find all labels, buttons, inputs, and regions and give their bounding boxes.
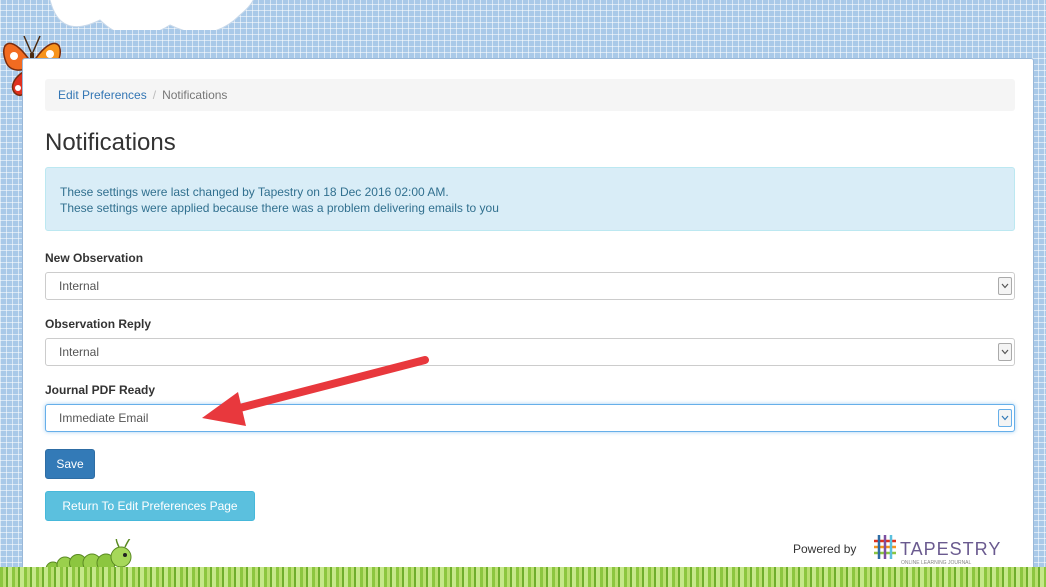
content-card: Edit Preferences / Notifications Notificat… <box>22 58 1034 578</box>
chevron-down-icon <box>998 409 1012 427</box>
return-to-edit-preferences-button[interactable]: Return To Edit Preferences Page <box>45 491 255 521</box>
new-observation-value: Internal <box>59 279 100 293</box>
observation-reply-value: Internal <box>59 345 100 359</box>
grass-decoration <box>0 567 1046 587</box>
journal-pdf-ready-select[interactable]: Immediate Email <box>45 404 1015 432</box>
alert-line-2: These settings were applied because ther… <box>60 201 499 215</box>
journal-pdf-ready-label: Journal PDF Ready <box>45 383 156 397</box>
breadcrumb-edit-preferences-link[interactable]: Edit Preferences <box>58 88 147 102</box>
observation-reply-label: Observation Reply <box>45 317 152 331</box>
info-alert: These settings were last changed by Tape… <box>45 167 1015 231</box>
breadcrumb-current: Notifications <box>162 88 228 102</box>
new-observation-select[interactable]: Internal <box>45 272 1015 300</box>
new-observation-label: New Observation <box>45 251 144 265</box>
chevron-down-icon <box>998 343 1012 361</box>
tapestry-tagline-text: ONLINE LEARNING JOURNAL <box>901 560 972 566</box>
powered-by-text: Powered by <box>793 542 857 556</box>
tapestry-logo: TAPESTRY ONLINE LEARNING JOURNAL <box>874 535 1001 566</box>
chevron-down-icon <box>998 277 1012 295</box>
breadcrumb-separator: / <box>152 88 157 102</box>
breadcrumb: Edit Preferences / Notifications <box>45 79 1015 111</box>
observation-reply-select[interactable]: Internal <box>45 338 1015 366</box>
cloud-decoration <box>49 0 254 30</box>
save-button[interactable]: Save <box>45 449 95 479</box>
journal-pdf-ready-value: Immediate Email <box>59 411 149 425</box>
tapestry-brand-text: TAPESTRY <box>900 539 1001 559</box>
alert-line-1: These settings were last changed by Tape… <box>60 185 449 199</box>
page-title: Notifications <box>45 129 176 156</box>
